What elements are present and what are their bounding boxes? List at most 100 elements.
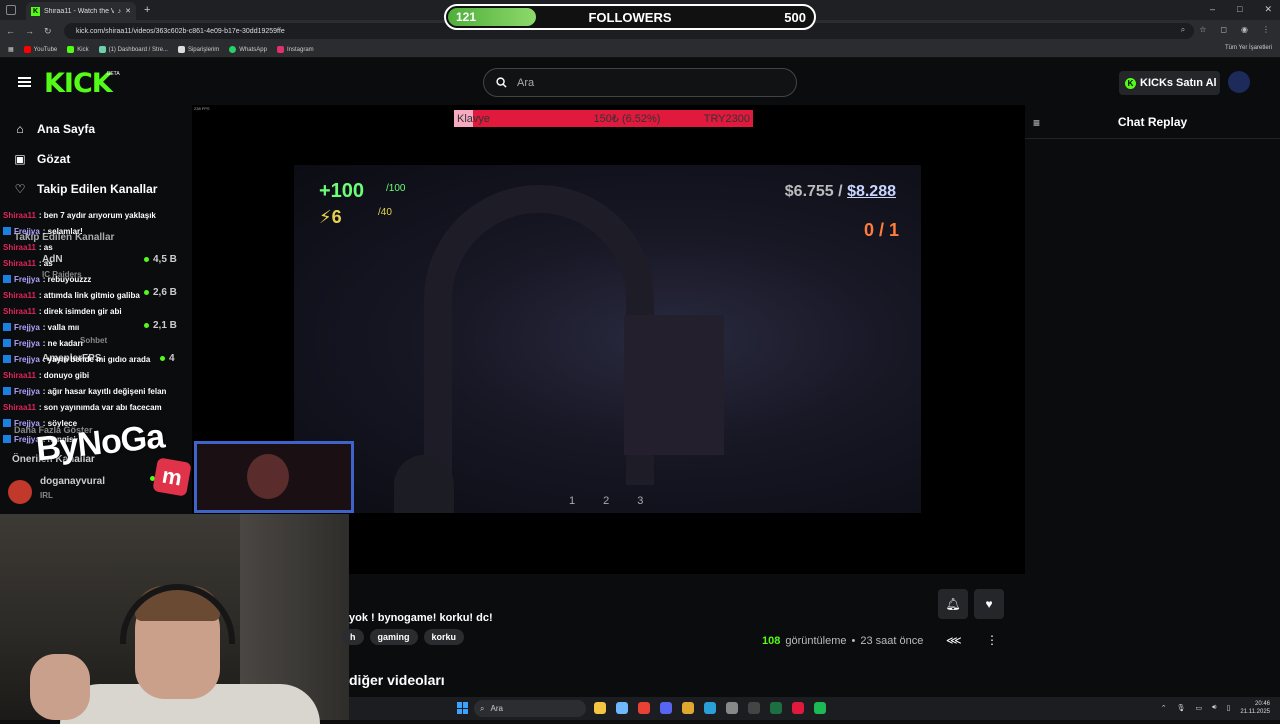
menu-icon[interactable]: ⋮ [1262, 25, 1270, 35]
browser-tab[interactable]: K Shiraa11 - Watch the VOD - ♪ ✕ [26, 2, 136, 20]
bookmark-label: Siparişlerim [187, 46, 220, 53]
chat-username[interactable]: Shiraa11 [3, 243, 36, 252]
search-input[interactable]: Ara [483, 68, 797, 97]
sidebar-item-following[interactable]: ♡ Takip Edilen Kanallar [0, 174, 192, 204]
chat-text: : ben 7 aydır arıyorum yaklaşık [38, 210, 156, 220]
excel-app-icon[interactable] [770, 702, 782, 714]
hamburger-menu-icon[interactable] [18, 77, 31, 87]
app-app-icon[interactable] [792, 702, 804, 714]
tab-menu-icon[interactable] [6, 5, 16, 15]
objective-counter: 0 / 1 [863, 220, 899, 240]
chat-username[interactable]: Frejjya [14, 339, 40, 348]
explorer-app-icon[interactable] [594, 702, 606, 714]
chat-username[interactable]: Shiraa11 [3, 259, 36, 268]
channel-name: doganayvural [40, 476, 106, 487]
kick-logo[interactable]: KICK [44, 68, 113, 99]
battery-icon[interactable]: ▯ [1227, 704, 1231, 712]
new-tab-button[interactable]: + [144, 4, 150, 16]
buy-kicks-button[interactable]: K KICKs Satın Al [1119, 71, 1220, 95]
chat-username[interactable]: Frejjya [14, 227, 40, 236]
minimize-button[interactable]: – [1210, 4, 1215, 15]
chat-username[interactable]: Shiraa11 [3, 403, 36, 412]
system-clock[interactable]: 20:46 21.11.2025 [1240, 700, 1270, 716]
chat-username[interactable]: Frejjya [14, 355, 40, 364]
webcam-feed [0, 514, 349, 724]
tag-item[interactable]: korku [423, 629, 465, 645]
chat-username[interactable]: Frejjya [14, 419, 40, 428]
chat-username[interactable]: Shiraa11 [3, 291, 36, 300]
collapse-chat-icon[interactable]: ≡ [1033, 116, 1040, 130]
tab-close-icon[interactable]: ✕ [125, 7, 131, 15]
donation-target: TRY2300 [703, 112, 750, 125]
back-icon[interactable]: ← [6, 26, 15, 36]
chat-username[interactable]: Shiraa11 [3, 211, 36, 220]
site-header: KICK BETA Ara K KICKs Satın Al [0, 59, 1280, 105]
spotify-app-icon[interactable] [814, 702, 826, 714]
extensions-icon[interactable]: ◻ [1220, 25, 1227, 35]
bookmark-label: YouTube [33, 46, 58, 53]
chat-username[interactable]: Frejjya [14, 275, 40, 284]
chat-message: Frejjya: valla mıı [0, 319, 192, 335]
chat-replay-header: ≡ Chat Replay [1025, 105, 1280, 139]
kick-icon [67, 46, 75, 53]
user-avatar[interactable] [1228, 71, 1250, 93]
files-app-icon[interactable] [682, 702, 694, 714]
bookmark-dashboard[interactable]: (1) Dashboard / Stre... [98, 46, 168, 53]
bookmark-whatsapp[interactable]: WhatsApp [229, 46, 267, 53]
windows-start-icon[interactable] [457, 702, 469, 714]
maximize-button[interactable]: □ [1237, 4, 1242, 15]
chat-username[interactable]: Frejjya [14, 323, 40, 332]
chat-username[interactable]: Shiraa11 [3, 307, 36, 316]
share-icon[interactable]: ⋘ [946, 634, 962, 647]
bookmark-youtube[interactable]: YouTube [23, 46, 58, 53]
weapon-slots: 1 2 3 [569, 495, 643, 507]
reload-icon[interactable]: ↻ [44, 26, 52, 37]
bookmark-kick[interactable]: Kick [67, 46, 89, 53]
video-stats: 108 görüntüleme • 23 saat önce [762, 635, 923, 647]
video-title: yok ! bynogame! korku! dc! [349, 612, 493, 624]
chat-username[interactable]: Shiraa11 [3, 371, 36, 380]
subscriber-badge-icon [3, 227, 11, 235]
chrome-app-icon[interactable] [638, 702, 650, 714]
follow-heart-button[interactable]: ♥ [974, 589, 1004, 619]
bookmark-star-icon[interactable]: ☆ [1199, 25, 1206, 35]
bookmark-label: WhatsApp [239, 46, 267, 53]
sidebar-item-browse[interactable]: ▣ Gözat [0, 144, 192, 174]
channel-avatar[interactable] [8, 480, 32, 504]
calculator-app-icon[interactable] [726, 702, 738, 714]
donation-amount: 150₺ (6.52%) [593, 113, 661, 125]
chat-text: : as [38, 242, 53, 252]
close-window-button[interactable]: ✕ [1264, 4, 1272, 15]
heart-icon: ♥ [985, 597, 993, 611]
bookmark-instagram[interactable]: Instagram [276, 46, 314, 53]
edge-app-icon[interactable] [704, 702, 716, 714]
all-bookmarks-link[interactable]: Tüm Yer İşaretleri [1225, 45, 1272, 51]
subscriber-badge-icon [3, 323, 11, 331]
copilot-app-icon[interactable] [616, 702, 628, 714]
taskbar-search-input[interactable]: ⌕ Ara [474, 700, 586, 717]
forward-icon[interactable]: → [25, 26, 34, 36]
volume-icon[interactable]: 🔊︎ [1212, 704, 1216, 712]
tab-audio-icon[interactable]: ♪ [118, 8, 122, 15]
apps-grid-icon[interactable]: ▦ [8, 46, 14, 53]
taskbar-apps [594, 702, 826, 714]
obs-app-icon[interactable] [748, 702, 760, 714]
more-options-icon[interactable]: ⋮ [986, 633, 998, 647]
bookmark-orders[interactable]: Siparişlerim [177, 46, 220, 53]
tag-item[interactable]: gaming [369, 629, 418, 645]
zoom-icon[interactable]: ⌕ [1181, 25, 1185, 35]
profile-icon[interactable]: ◉ [1241, 25, 1248, 35]
chat-text: : attımda link gitmio galiba [38, 290, 140, 300]
microphone-icon[interactable]: 🎙︎ [1177, 704, 1186, 712]
discord-app-icon[interactable] [660, 702, 672, 714]
video-tags: h gaming korku [342, 629, 465, 645]
chat-username[interactable]: Frejjya [14, 387, 40, 396]
network-icon[interactable]: ▭ [1196, 704, 1203, 712]
recommended-channel-item[interactable]: doganayvural [40, 476, 105, 487]
tag-item[interactable]: h [342, 629, 364, 645]
notification-bell-button[interactable]: 🔔︎ [938, 589, 968, 619]
chat-text: : selamlar! [42, 226, 83, 236]
tray-overflow-icon[interactable]: ⌃ [1161, 704, 1167, 712]
chat-text: : ağır hasar kayıtlı değişeni felan [42, 386, 167, 396]
sidebar-item-home[interactable]: ⌂ Ana Sayfa [0, 114, 192, 144]
